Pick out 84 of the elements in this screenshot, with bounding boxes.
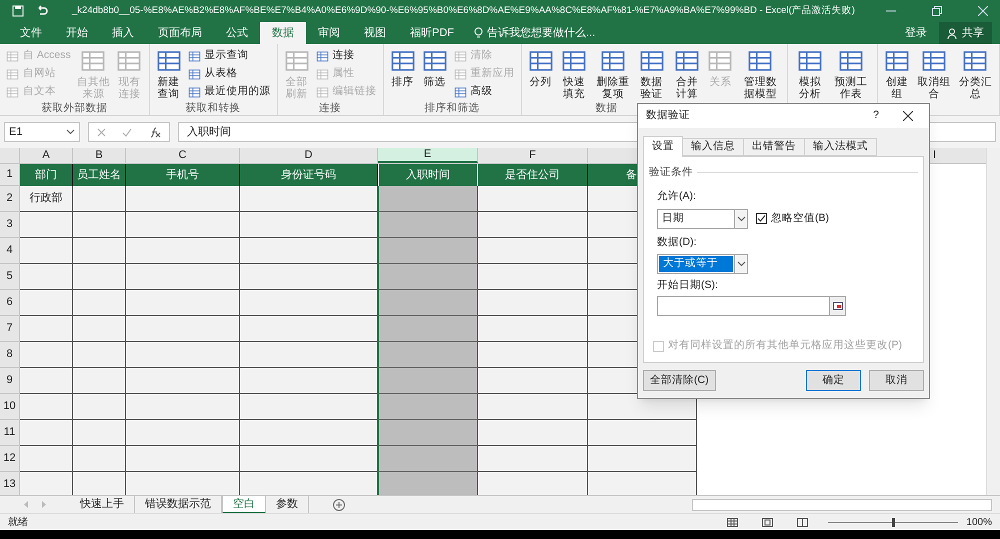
column-header[interactable]: C: [126, 148, 240, 163]
row-header[interactable]: 10: [0, 394, 20, 420]
ribbon-large-button[interactable]: 合并计算: [670, 48, 704, 100]
dialog-tab[interactable]: 设置: [643, 136, 683, 157]
dialog-tab[interactable]: 输入法模式: [805, 138, 877, 156]
menu-tab[interactable]: 插入: [100, 22, 146, 44]
field-label: 开始日期(S):: [657, 278, 719, 294]
ribbon-large-button[interactable]: 新建查询: [154, 48, 184, 100]
row-header[interactable]: 12: [0, 446, 20, 472]
dialog-tab[interactable]: 输入信息: [683, 138, 744, 156]
row-header[interactable]: 2: [0, 186, 20, 212]
group-label: 排序和筛选: [424, 101, 480, 115]
row-header[interactable]: 1: [0, 164, 20, 186]
row-header[interactable]: 3: [0, 212, 20, 238]
ribbon-large-button[interactable]: 模拟分析: [792, 48, 828, 100]
sign-in-link[interactable]: 登录: [893, 22, 939, 44]
ribbon-small-button[interactable]: 高级: [452, 84, 517, 100]
ribbon-small-button[interactable]: 显示查询: [186, 48, 273, 64]
section-label: 验证条件: [649, 165, 693, 180]
row-header[interactable]: 8: [0, 342, 20, 368]
zoom-level[interactable]: 100%: [966, 514, 992, 530]
name-box[interactable]: E1: [4, 122, 80, 142]
menu-tab[interactable]: 文件: [8, 22, 54, 44]
ribbon-large-button[interactable]: 数据验证: [635, 48, 668, 100]
header-cell: 手机号: [126, 164, 240, 186]
header-cell: 身份证号码: [240, 164, 378, 186]
cancel-button[interactable]: 取消: [869, 370, 924, 391]
window-title: _k24db8b0__05-%E8%AE%B2%E8%AF%BE%E7%B4%A0%E6%9D%90-%E6%95%B0%E6%8D%AE%E9%AA%8C%E8%AF%81-%E7%A9%BA%E7%99%BD - Excel(产品激活失败): [72, 4, 855, 18]
group-label: 连接: [319, 101, 342, 115]
column-header[interactable]: B: [73, 148, 126, 163]
table-cell: 行政部: [20, 186, 73, 212]
menu-tab[interactable]: 开始: [54, 22, 100, 44]
help-button[interactable]: ?: [865, 108, 887, 124]
group-label: 数据: [596, 101, 618, 115]
dialog-tab[interactable]: 出错警告: [744, 138, 805, 156]
ribbon-large-button[interactable]: 分类汇总: [956, 48, 996, 100]
sheet-tab[interactable]: 空白: [222, 496, 266, 514]
column-header[interactable]: I: [932, 148, 936, 163]
status-text: 就绪: [8, 516, 28, 530]
header-cell: 部门: [20, 164, 73, 186]
field-label: 数据(D):: [657, 234, 698, 250]
row-header[interactable]: 11: [0, 420, 20, 446]
header-cell: 是否住公司: [478, 164, 588, 186]
tell-me-field[interactable]: 告诉我您想要做什么...: [466, 22, 604, 44]
ribbon-large-button[interactable]: 快速填充: [558, 48, 591, 100]
ribbon-large-button[interactable]: 筛选: [420, 48, 450, 88]
menu-tab[interactable]: 审阅: [306, 22, 352, 44]
ribbon-small-button[interactable]: 最近使用的源: [186, 84, 273, 100]
ribbon-large-button[interactable]: 删除重复项: [592, 48, 634, 100]
ribbon-small-button[interactable]: 连接: [314, 48, 379, 64]
menu-tab[interactable]: 页面布局: [146, 22, 214, 44]
ribbon-large-button[interactable]: 分列: [526, 48, 556, 88]
share-button[interactable]: 共享: [939, 22, 992, 44]
column-header[interactable]: A: [20, 148, 73, 163]
row-header[interactable]: 6: [0, 290, 20, 316]
row-header[interactable]: 13: [0, 472, 20, 495]
ribbon-large-button[interactable]: 管理数据模型: [737, 48, 784, 100]
checkbox-label: 对有同样设置的所有其他单元格应用这些更改(P): [668, 338, 902, 354]
menu-tab[interactable]: 视图: [352, 22, 398, 44]
menu-tab[interactable]: 福昕PDF: [398, 22, 466, 44]
ribbon-large-button[interactable]: 创建组: [882, 48, 912, 100]
field-label: 允许(A):: [657, 188, 697, 204]
dialog-title: 数据验证: [646, 108, 690, 124]
column-header[interactable]: E: [378, 148, 478, 163]
column-header[interactable]: F: [478, 148, 588, 163]
allow-dropdown[interactable]: 日期: [657, 208, 748, 228]
header-cell: 入职时间: [378, 164, 478, 186]
group-label: 获取外部数据: [41, 101, 108, 115]
row-header[interactable]: 7: [0, 316, 20, 342]
row-header[interactable]: 5: [0, 264, 20, 290]
ribbon-small-button[interactable]: 从表格: [186, 66, 273, 82]
ribbon-large-button[interactable]: 取消组合: [914, 48, 954, 100]
row-header[interactable]: 9: [0, 368, 20, 394]
header-cell: 员工姓名: [73, 164, 126, 186]
ok-button[interactable]: 确定: [806, 370, 861, 391]
menu-tab[interactable]: 数据: [260, 22, 306, 44]
ribbon-large-button[interactable]: 预测工作表: [830, 48, 873, 100]
clear-all-button[interactable]: 全部清除(C): [643, 370, 716, 391]
row-header[interactable]: 4: [0, 238, 20, 264]
ribbon-large-button[interactable]: 排序: [388, 48, 418, 88]
data-dropdown[interactable]: 大于或等于: [657, 254, 748, 274]
checkbox-label: 忽略空值(B): [771, 210, 829, 226]
menu-tab[interactable]: 公式: [214, 22, 260, 44]
group-label: 获取和转换: [186, 101, 241, 115]
